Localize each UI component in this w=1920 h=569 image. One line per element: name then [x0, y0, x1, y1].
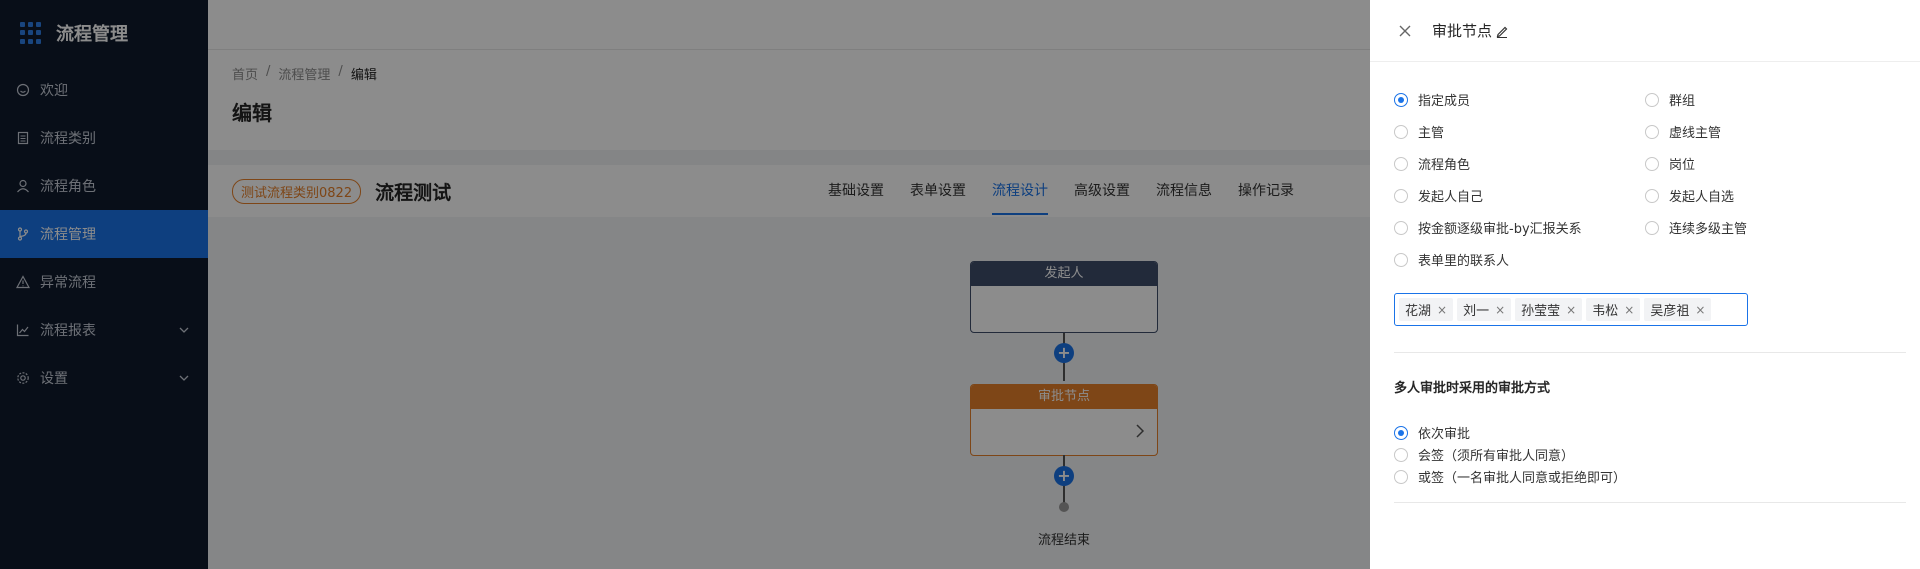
member-chip: 吴彦祖 ×: [1644, 298, 1712, 321]
drawer-header: 审批节点: [1370, 0, 1920, 62]
radio-dot: [1394, 425, 1408, 440]
radio-label: 表单里的联系人: [1418, 254, 1510, 269]
radio-dot: [1394, 469, 1408, 484]
divider: [1394, 502, 1906, 503]
member-name: 刘一: [1463, 304, 1490, 319]
member-chip: 孙莹莹 ×: [1515, 298, 1583, 321]
member-name: 花湖: [1405, 304, 1432, 319]
approve-node-drawer: 审批节点 指定成员 群组 主管 虚线主管 流程角色 岗位 发起人自己 发起人自选…: [1370, 0, 1920, 569]
radio-label: 主管: [1418, 126, 1445, 141]
radio-dot: [1394, 156, 1408, 171]
member-chip: 刘一 ×: [1457, 298, 1512, 321]
multi-approval-title: 多人审批时采用的审批方式: [1394, 381, 1551, 396]
radio-dot: [1394, 124, 1408, 139]
radio-position[interactable]: 岗位: [1645, 154, 1695, 173]
radio-label: 虚线主管: [1669, 126, 1722, 141]
radio-countersign[interactable]: 会签（须所有审批人同意）: [1394, 445, 1574, 464]
radio-label: 连续多级主管: [1669, 222, 1748, 237]
radio-label: 流程角色: [1418, 158, 1471, 173]
radio-dot: [1394, 188, 1408, 203]
divider: [1394, 352, 1906, 353]
member-select[interactable]: 花湖 × 刘一 × 孙莹莹 × 韦松 × 吴彦祖 ×: [1394, 293, 1748, 326]
member-chip: 花湖 ×: [1399, 298, 1454, 321]
radio-dot: [1645, 188, 1659, 203]
radio-dot: [1394, 252, 1408, 267]
radio-initiator-self[interactable]: 发起人自己: [1394, 186, 1483, 205]
radio-flow-role[interactable]: 流程角色: [1394, 154, 1470, 173]
radio-sequential[interactable]: 依次审批: [1394, 423, 1470, 442]
member-name: 韦松: [1592, 304, 1619, 319]
radio-label: 群组: [1669, 94, 1696, 109]
radio-dot: [1394, 92, 1408, 107]
radio-label: 按金额逐级审批-by汇报关系: [1418, 222, 1582, 237]
remove-chip-icon[interactable]: ×: [1437, 303, 1447, 317]
radio-label: 岗位: [1669, 158, 1696, 173]
radio-group[interactable]: 群组: [1645, 90, 1695, 109]
remove-chip-icon[interactable]: ×: [1624, 303, 1634, 317]
member-chip: 韦松 ×: [1586, 298, 1641, 321]
remove-chip-icon[interactable]: ×: [1695, 303, 1705, 317]
radio-multi-level-supervisor[interactable]: 连续多级主管: [1645, 218, 1747, 237]
radio-label: 发起人自己: [1418, 190, 1484, 205]
edit-icon[interactable]: [1495, 24, 1509, 38]
radio-label: 会签（须所有审批人同意）: [1418, 449, 1575, 464]
radio-dot: [1394, 447, 1408, 462]
radio-label: 或签（一名审批人同意或拒绝即可）: [1418, 471, 1627, 486]
radio-initiator-choose[interactable]: 发起人自选: [1645, 186, 1734, 205]
modal-mask[interactable]: [0, 0, 1370, 569]
radio-dot: [1645, 124, 1659, 139]
radio-label: 发起人自选: [1669, 190, 1735, 205]
radio-form-contact[interactable]: 表单里的联系人: [1394, 250, 1509, 269]
radio-dot: [1645, 92, 1659, 107]
drawer-title: 审批节点: [1432, 22, 1493, 40]
close-icon[interactable]: [1398, 24, 1412, 38]
radio-label: 依次审批: [1418, 427, 1471, 442]
member-name: 吴彦祖: [1650, 304, 1690, 319]
radio-dot: [1645, 156, 1659, 171]
radio-supervisor[interactable]: 主管: [1394, 122, 1444, 141]
remove-chip-icon[interactable]: ×: [1495, 303, 1505, 317]
radio-dot: [1394, 220, 1408, 235]
radio-designated-member[interactable]: 指定成员: [1394, 90, 1470, 109]
remove-chip-icon[interactable]: ×: [1566, 303, 1576, 317]
radio-amount-level[interactable]: 按金额逐级审批-by汇报关系: [1394, 218, 1582, 237]
radio-dotted-line-supervisor[interactable]: 虚线主管: [1645, 122, 1721, 141]
radio-label: 指定成员: [1418, 94, 1471, 109]
radio-or-sign[interactable]: 或签（一名审批人同意或拒绝即可）: [1394, 467, 1626, 486]
member-name: 孙莹莹: [1521, 304, 1561, 319]
radio-dot: [1645, 220, 1659, 235]
